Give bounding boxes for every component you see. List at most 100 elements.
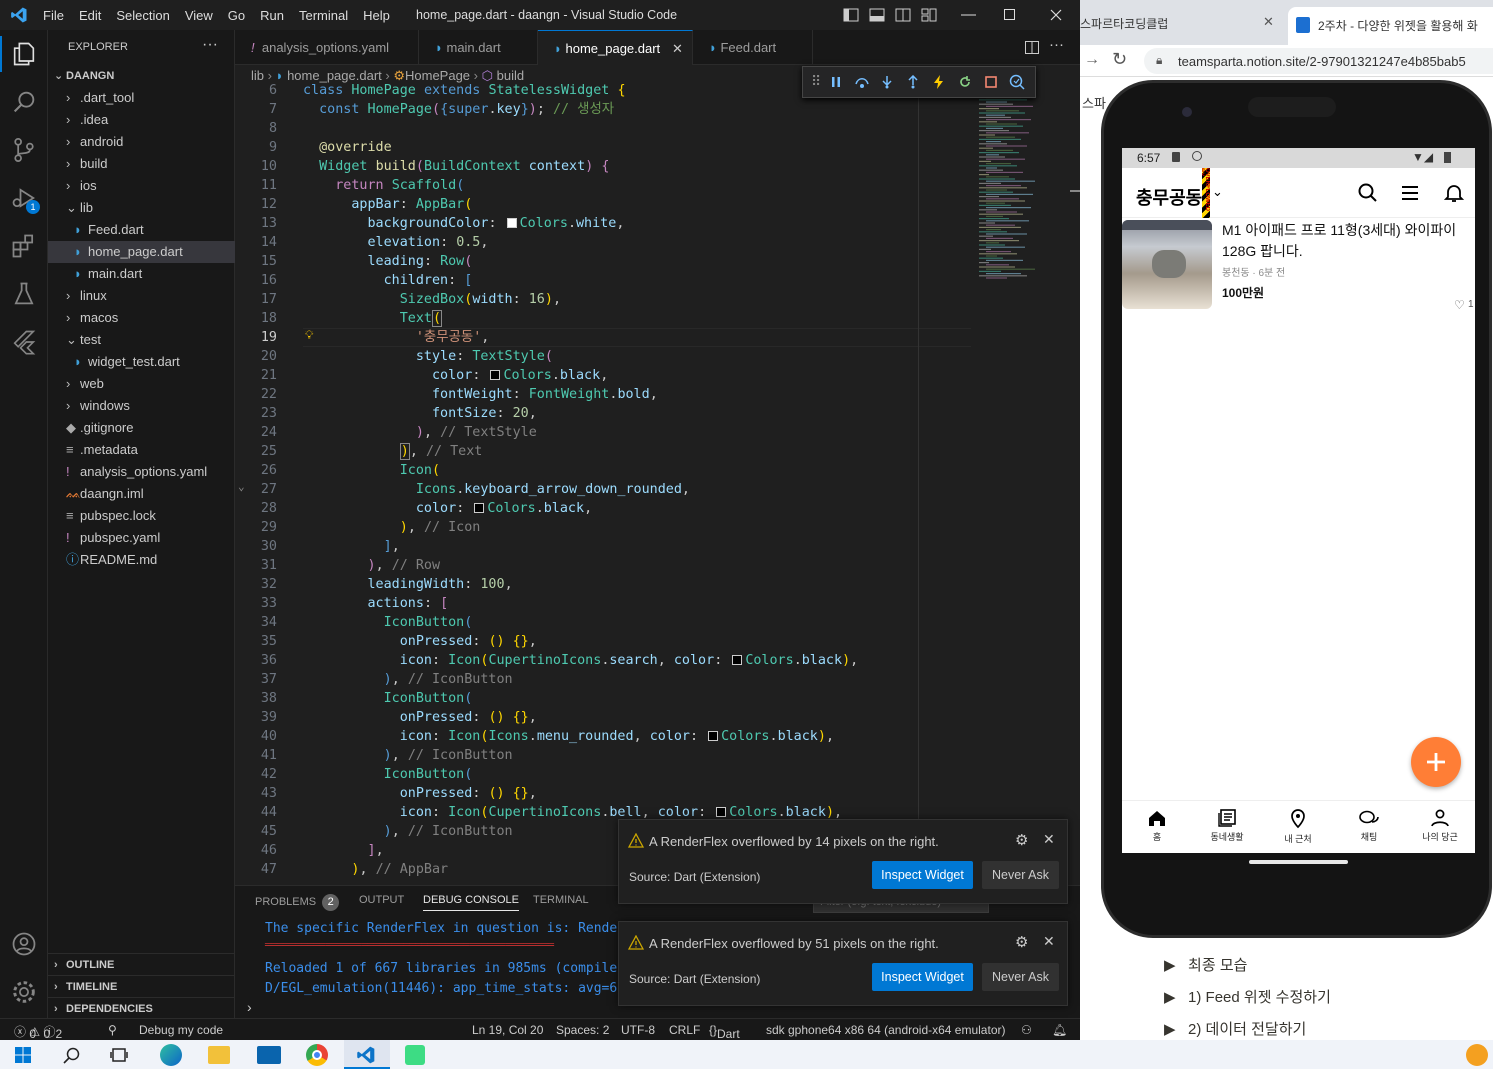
vscode-taskbar-button[interactable] bbox=[344, 1040, 390, 1069]
location-title[interactable]: 충무공동 bbox=[1136, 184, 1202, 210]
chevron-down-icon[interactable]: ⌄ bbox=[1212, 184, 1223, 200]
gesture-bar[interactable] bbox=[1249, 860, 1348, 864]
indentation[interactable]: Spaces: 2 bbox=[556, 1023, 609, 1037]
debug-status-icon[interactable]: ⚲ bbox=[108, 1023, 117, 1037]
code-line[interactable]: ), // Icon bbox=[303, 518, 481, 537]
nav-chat[interactable]: 채팅 bbox=[1349, 809, 1389, 843]
customize-layout-icon[interactable] bbox=[921, 8, 937, 22]
code-line[interactable]: IconButton( bbox=[303, 765, 473, 784]
never-ask-button[interactable]: Never Ask bbox=[982, 963, 1059, 991]
code-line[interactable]: icon: Icon(CupertinoIcons.search, color:… bbox=[303, 651, 858, 670]
split-editor-icon[interactable] bbox=[1025, 41, 1039, 54]
tab-analysis-options[interactable]: ! analysis_options.yaml bbox=[235, 30, 419, 65]
testing-icon[interactable] bbox=[10, 280, 38, 308]
code-line[interactable]: fontSize: 20, bbox=[303, 404, 537, 423]
code-line[interactable]: color: Colors.black, bbox=[303, 499, 592, 518]
tab-terminal[interactable]: TERMINAL bbox=[533, 894, 589, 906]
code-line[interactable]: ), // IconButton bbox=[303, 822, 513, 841]
code-line[interactable]: onPressed: () {}, bbox=[303, 708, 537, 727]
accounts-icon[interactable] bbox=[10, 930, 38, 958]
toggle-sidebar-icon[interactable] bbox=[843, 8, 859, 22]
tab-output[interactable]: OUTPUT bbox=[359, 894, 404, 906]
tree-item[interactable]: › macos bbox=[48, 307, 235, 329]
code-line[interactable]: onPressed: () {}, bbox=[303, 632, 537, 651]
heart-icon[interactable]: ♡ bbox=[1454, 298, 1465, 312]
browser-tab-sparta[interactable]: 스파르타코딩클럽 bbox=[1080, 15, 1260, 32]
code-line[interactable]: ), // Text bbox=[303, 442, 482, 461]
code-editor[interactable]: 6 class HomePage extends StatelessWidget … bbox=[235, 84, 1080, 884]
tree-item[interactable]: ◗ widget_test.dart bbox=[48, 351, 235, 373]
notification-settings-gear-icon[interactable]: ⚙ bbox=[1015, 831, 1028, 849]
step-into-icon[interactable] bbox=[880, 75, 894, 89]
minimize-button[interactable]: — bbox=[961, 6, 976, 23]
tree-item[interactable]: ◗ Feed.dart bbox=[48, 219, 235, 241]
code-line[interactable]: onPressed: () {}, bbox=[303, 784, 537, 803]
code-line[interactable]: ), // IconButton bbox=[303, 746, 513, 765]
more-actions-icon[interactable]: ··· bbox=[202, 36, 218, 54]
console-prompt-icon[interactable]: › bbox=[247, 999, 252, 1015]
code-line[interactable]: color: Colors.black, bbox=[303, 366, 608, 385]
devtools-icon[interactable] bbox=[1009, 74, 1025, 90]
code-line[interactable]: ), // AppBar bbox=[303, 860, 448, 879]
code-line[interactable]: ], bbox=[303, 841, 384, 860]
device-selector[interactable]: sdk gphone64 x86 64 (android-x64 emulato… bbox=[766, 1023, 1005, 1037]
run-debug-icon[interactable]: 1 bbox=[10, 184, 40, 214]
toggle-data-passing[interactable]: ▶ 2) 데이터 전달하기 bbox=[1164, 1018, 1306, 1039]
settings-gear-icon[interactable] bbox=[10, 978, 38, 1006]
edge-icon[interactable] bbox=[160, 1044, 182, 1066]
close-tab-icon[interactable]: ✕ bbox=[672, 31, 683, 66]
notification-close-icon[interactable]: ✕ bbox=[1043, 831, 1055, 848]
cursor-position[interactable]: Ln 19, Col 20 bbox=[472, 1023, 543, 1037]
step-over-icon[interactable] bbox=[854, 75, 870, 89]
reload-icon[interactable]: ↻ bbox=[1112, 49, 1127, 70]
tab-home-page-dart[interactable]: ◗ home_page.dart ✕ bbox=[538, 30, 693, 65]
code-line[interactable]: Widget build(BuildContext context) { bbox=[303, 157, 609, 176]
tree-item[interactable]: ! analysis_options.yaml bbox=[48, 461, 235, 483]
file-explorer-icon[interactable] bbox=[208, 1046, 230, 1064]
tree-item[interactable]: › .idea bbox=[48, 109, 235, 131]
debug-config[interactable]: Debug my code bbox=[139, 1023, 223, 1037]
code-line[interactable]: ), // IconButton bbox=[303, 670, 513, 689]
hot-reload-icon[interactable] bbox=[932, 74, 946, 90]
eol[interactable]: CRLF bbox=[669, 1023, 700, 1037]
timeline-section[interactable]: › TIMELINE bbox=[48, 975, 235, 997]
dependencies-section[interactable]: › DEPENDENCIES bbox=[48, 997, 235, 1019]
menu-view[interactable]: View bbox=[185, 8, 213, 23]
explorer-icon[interactable] bbox=[10, 40, 38, 68]
tree-item[interactable]: › windows bbox=[48, 395, 235, 417]
encoding[interactable]: UTF-8 bbox=[621, 1023, 655, 1037]
tree-item[interactable]: › android bbox=[48, 131, 235, 153]
code-line[interactable]: Text( bbox=[303, 309, 443, 328]
tree-item[interactable]: ◗ main.dart bbox=[48, 263, 235, 285]
code-line[interactable]: icon: Icon(Icons.menu_rounded, color: Co… bbox=[303, 727, 834, 746]
search-icon[interactable] bbox=[1358, 183, 1378, 203]
notification-close-icon[interactable]: ✕ bbox=[1043, 933, 1055, 950]
bell-icon[interactable] bbox=[1444, 183, 1464, 203]
toggle-panel-icon[interactable] bbox=[869, 8, 885, 22]
tree-item[interactable]: ◗ home_page.dart bbox=[48, 241, 235, 263]
notifications-bell-icon[interactable]: 🔔︎ bbox=[1052, 1023, 1067, 1037]
code-line[interactable]: elevation: 0.5, bbox=[303, 233, 489, 252]
code-line[interactable]: Icon( bbox=[303, 461, 440, 480]
tree-item[interactable]: › web bbox=[48, 373, 235, 395]
mail-icon[interactable] bbox=[257, 1046, 281, 1064]
tab-main-dart[interactable]: ◗ main.dart bbox=[419, 30, 538, 65]
source-control-icon[interactable] bbox=[10, 136, 38, 164]
code-line[interactable]: leading: Row( bbox=[303, 252, 473, 271]
problems-status[interactable]: ⓧ 0 ⚠ 0 ⓘ 2 bbox=[14, 1023, 62, 1041]
taskbar-search-icon[interactable] bbox=[63, 1047, 80, 1064]
tree-item[interactable]: › build bbox=[48, 153, 235, 175]
extensions-icon[interactable] bbox=[10, 232, 38, 260]
back-icon[interactable]: → bbox=[1084, 51, 1100, 69]
maximize-button[interactable] bbox=[1004, 9, 1015, 20]
close-window-button[interactable] bbox=[1050, 9, 1062, 21]
nav-neighborhood[interactable]: 동네생활 bbox=[1202, 809, 1252, 843]
code-line[interactable]: ], bbox=[303, 537, 400, 556]
tree-item[interactable]: ⌄ test bbox=[48, 329, 235, 351]
feed-item[interactable]: M1 아이패드 프로 11형(3세대) 와이파이 128G 팝니다. 봉천동 ·… bbox=[1122, 218, 1475, 314]
tree-item[interactable]: › linux bbox=[48, 285, 235, 307]
menu-icon[interactable] bbox=[1401, 185, 1419, 201]
tab-feed-dart[interactable]: ◗ Feed.dart bbox=[693, 30, 813, 65]
drag-handle-icon[interactable]: ⠿ bbox=[811, 73, 821, 90]
browser-tab-active[interactable]: 2주차 - 다양한 위젯을 활용해 화 bbox=[1288, 7, 1493, 45]
